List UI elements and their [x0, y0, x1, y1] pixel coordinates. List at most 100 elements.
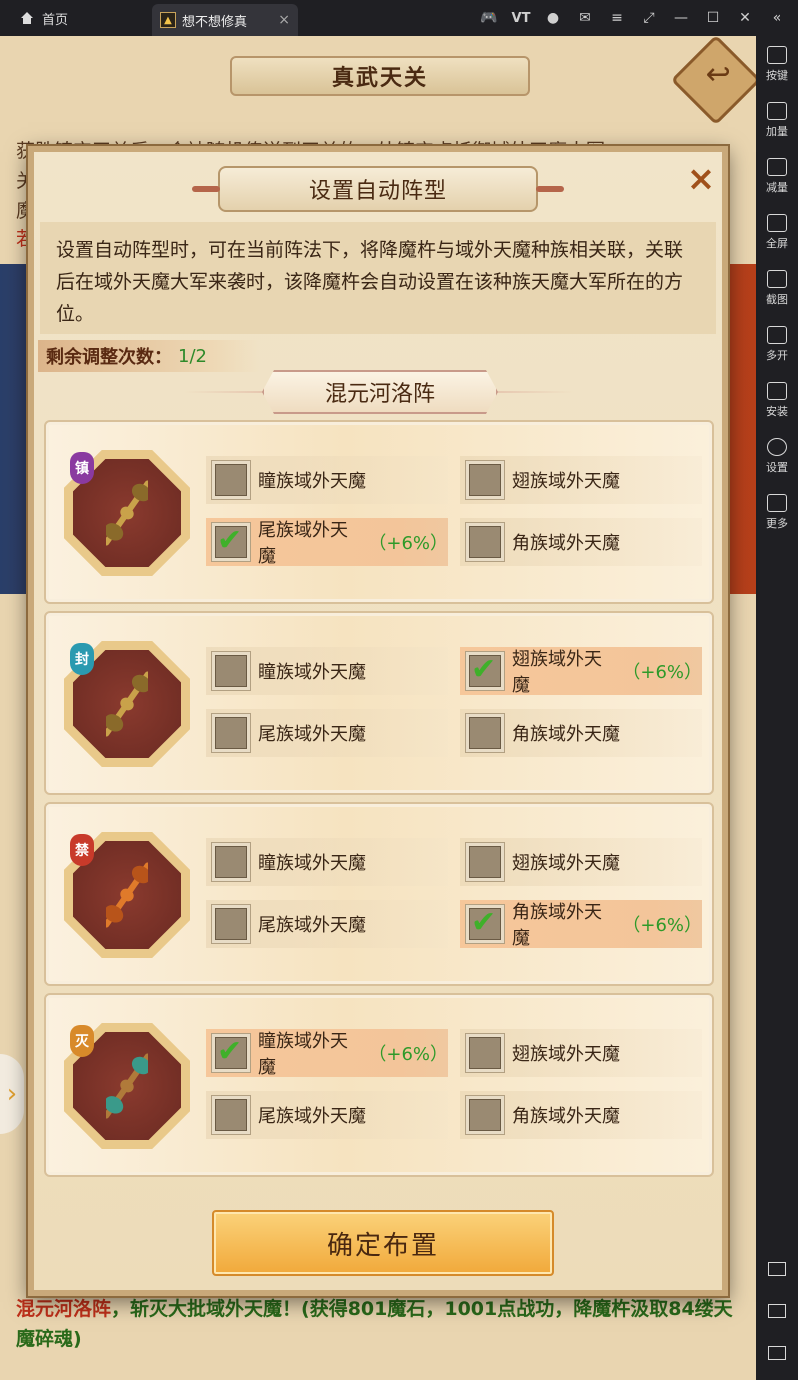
race-option-label: 尾族域外天魔 [258, 915, 366, 936]
fullscreen-icon[interactable]: ⤢ [640, 9, 658, 27]
user-icon[interactable]: ● [544, 9, 562, 27]
weapon-row: 禁 瞳族域外天魔 翅族域外天魔尾族域外天魔 ✔ 角族域外天魔 （+6%） [44, 802, 714, 986]
race-option-checkbox[interactable]: 瞳族域外天魔 [206, 647, 448, 695]
demon-pestle-icon [106, 480, 148, 546]
mail-icon[interactable]: ✉ [576, 9, 594, 27]
emulator-top-bar: 首页 ▲ 想不想修真 × 🎮 VT ● ✉ ≡ ⤢ — ☐ ✕ « [0, 0, 798, 36]
race-option-checkbox[interactable]: ✔ 角族域外天魔 （+6%） [460, 900, 702, 949]
sidebar-item-more[interactable]: 更多 [756, 484, 798, 540]
formation-name-text: 混元河洛阵 [16, 1298, 112, 1320]
multi-instance-icon [767, 325, 787, 344]
checkbox-empty-icon[interactable] [466, 1096, 504, 1134]
weapon-tag-badge: 禁 [70, 834, 94, 866]
race-option-checkbox[interactable]: ✔ 翅族域外天魔 （+6%） [460, 647, 702, 696]
back-button[interactable] [670, 36, 756, 126]
sidebar-item-label: 多开 [766, 348, 788, 362]
bonus-percent: （+6%） [368, 533, 448, 554]
race-option-checkbox[interactable]: ✔ 尾族域外天魔 （+6%） [206, 518, 448, 567]
race-option-checkbox[interactable]: ✔ 瞳族域外天魔 （+6%） [206, 1029, 448, 1078]
sidebar-item-fullscreen[interactable]: 全屏 [756, 204, 798, 260]
race-option-checkbox[interactable]: 尾族域外天魔 [206, 1091, 448, 1139]
sidebar-item-scissors[interactable]: 截图 [756, 260, 798, 316]
checkbox-empty-icon[interactable] [212, 905, 250, 943]
back-nav-icon[interactable] [768, 1262, 786, 1276]
race-option-checkbox[interactable]: 瞳族域外天魔 [206, 456, 448, 504]
bonus-percent: （+6%） [622, 915, 702, 936]
dialog-close-button[interactable]: × [684, 162, 718, 196]
demon-pestle-emblem: 灭 [64, 1019, 190, 1155]
recents-nav-icon[interactable] [768, 1346, 786, 1360]
remaining-adjustments: 剩余调整次数： 1/2 [38, 340, 260, 372]
volume-down-icon [767, 157, 787, 176]
sidebar-item-label: 安装 [766, 404, 788, 418]
window-controls: 🎮 VT ● ✉ ≡ ⤢ — ☐ ✕ « [480, 0, 798, 36]
race-option-checkbox[interactable]: 翅族域外天魔 [460, 1029, 702, 1077]
formation-name: 混元河洛阵 [262, 370, 498, 414]
dialog-description: 设置自动阵型时，可在当前阵法下，将降魔杵与域外天魔种族相关联，关联后在域外天魔大… [40, 222, 716, 334]
race-option-checkbox[interactable]: 角族域外天魔 [460, 1091, 702, 1139]
checkbox-empty-icon[interactable] [212, 652, 250, 690]
race-option-label: 角族域外天魔 [512, 1106, 620, 1127]
checkbox-empty-icon[interactable] [212, 714, 250, 752]
demon-pestle-icon [106, 671, 148, 737]
demon-pestle-emblem: 镇 [64, 446, 190, 582]
menu-icon[interactable]: ≡ [608, 9, 626, 27]
game-title: 真武天关 [230, 56, 530, 96]
checkbox-empty-icon[interactable] [212, 461, 250, 499]
scissors-icon [767, 269, 787, 288]
app-tab[interactable]: ▲ 想不想修真 × [152, 4, 298, 36]
bonus-percent: （+6%） [622, 662, 702, 683]
home-nav-icon[interactable] [768, 1304, 786, 1318]
sidebar-item-label: 更多 [766, 516, 788, 530]
apk-icon [767, 381, 787, 400]
checkbox-checked-icon[interactable]: ✔ [466, 905, 504, 943]
remaining-value: 1/2 [178, 345, 207, 367]
sidebar-item-multi-instance[interactable]: 多开 [756, 316, 798, 372]
game-app-icon: ▲ [160, 12, 176, 28]
battle-reward-text: ，斩灭大批域外天魔！(获得801魔石，1001点战功，降魔杵汲取84缕天魔碎魂) [16, 1298, 733, 1350]
race-option-checkbox[interactable]: 尾族域外天魔 [206, 900, 448, 948]
checkbox-empty-icon[interactable] [466, 523, 504, 561]
side-expand-handle[interactable]: › [0, 1054, 24, 1134]
sidebar-item-volume-down[interactable]: 减量 [756, 148, 798, 204]
maximize-icon[interactable]: ☐ [704, 9, 722, 27]
tab-close-icon[interactable]: × [278, 12, 290, 28]
gamepad-icon[interactable]: 🎮 [480, 9, 498, 27]
checkmark-icon: ✔ [471, 905, 497, 940]
race-option-checkbox[interactable]: 角族域外天魔 [460, 709, 702, 757]
weapon-row: 灭 ✔ 瞳族域外天魔 （+6%） 翅族域外天魔尾族域外天魔 角族域外天魔 [44, 993, 714, 1177]
collapse-icon[interactable]: « [768, 9, 786, 27]
sidebar-item-label: 减量 [766, 180, 788, 194]
race-option-checkbox[interactable]: 角族域外天魔 [460, 518, 702, 566]
checkbox-empty-icon[interactable] [466, 1034, 504, 1072]
sidebar-item-apk[interactable]: 安装 [756, 372, 798, 428]
vt-icon[interactable]: VT [512, 9, 531, 27]
sidebar-item-keyboard[interactable]: 按键 [756, 36, 798, 92]
race-option-checkbox[interactable]: 尾族域外天魔 [206, 709, 448, 757]
checkbox-empty-icon[interactable] [212, 1096, 250, 1134]
checkmark-icon: ✔ [217, 1034, 243, 1069]
checkmark-icon: ✔ [217, 523, 243, 558]
race-option-checkbox[interactable]: 翅族域外天魔 [460, 456, 702, 504]
checkbox-checked-icon[interactable]: ✔ [466, 652, 504, 690]
race-option-label: 角族域外天魔 [512, 902, 602, 949]
race-option-checkbox[interactable]: 翅族域外天魔 [460, 838, 702, 886]
checkbox-checked-icon[interactable]: ✔ [212, 523, 250, 561]
sidebar-item-volume-up[interactable]: 加量 [756, 92, 798, 148]
race-option-label: 尾族域外天魔 [258, 1106, 366, 1127]
emulator-sidebar: 按键加量减量全屏 截图多开安装设置更多 [756, 36, 798, 1380]
minimize-icon[interactable]: — [672, 9, 690, 27]
checkbox-empty-icon[interactable] [212, 843, 250, 881]
home-tab[interactable]: 首页 [0, 0, 152, 36]
checkbox-empty-icon[interactable] [466, 461, 504, 499]
home-icon [21, 12, 33, 24]
checkbox-empty-icon[interactable] [466, 843, 504, 881]
race-option-checkbox[interactable]: 瞳族域外天魔 [206, 838, 448, 886]
race-option-label: 翅族域外天魔 [512, 1044, 620, 1065]
checkbox-empty-icon[interactable] [466, 714, 504, 752]
checkbox-checked-icon[interactable]: ✔ [212, 1034, 250, 1072]
confirm-button[interactable]: 确定布置 [212, 1210, 554, 1276]
close-icon[interactable]: ✕ [736, 9, 754, 27]
sidebar-item-label: 按键 [766, 68, 788, 82]
sidebar-item-gear[interactable]: 设置 [756, 428, 798, 484]
